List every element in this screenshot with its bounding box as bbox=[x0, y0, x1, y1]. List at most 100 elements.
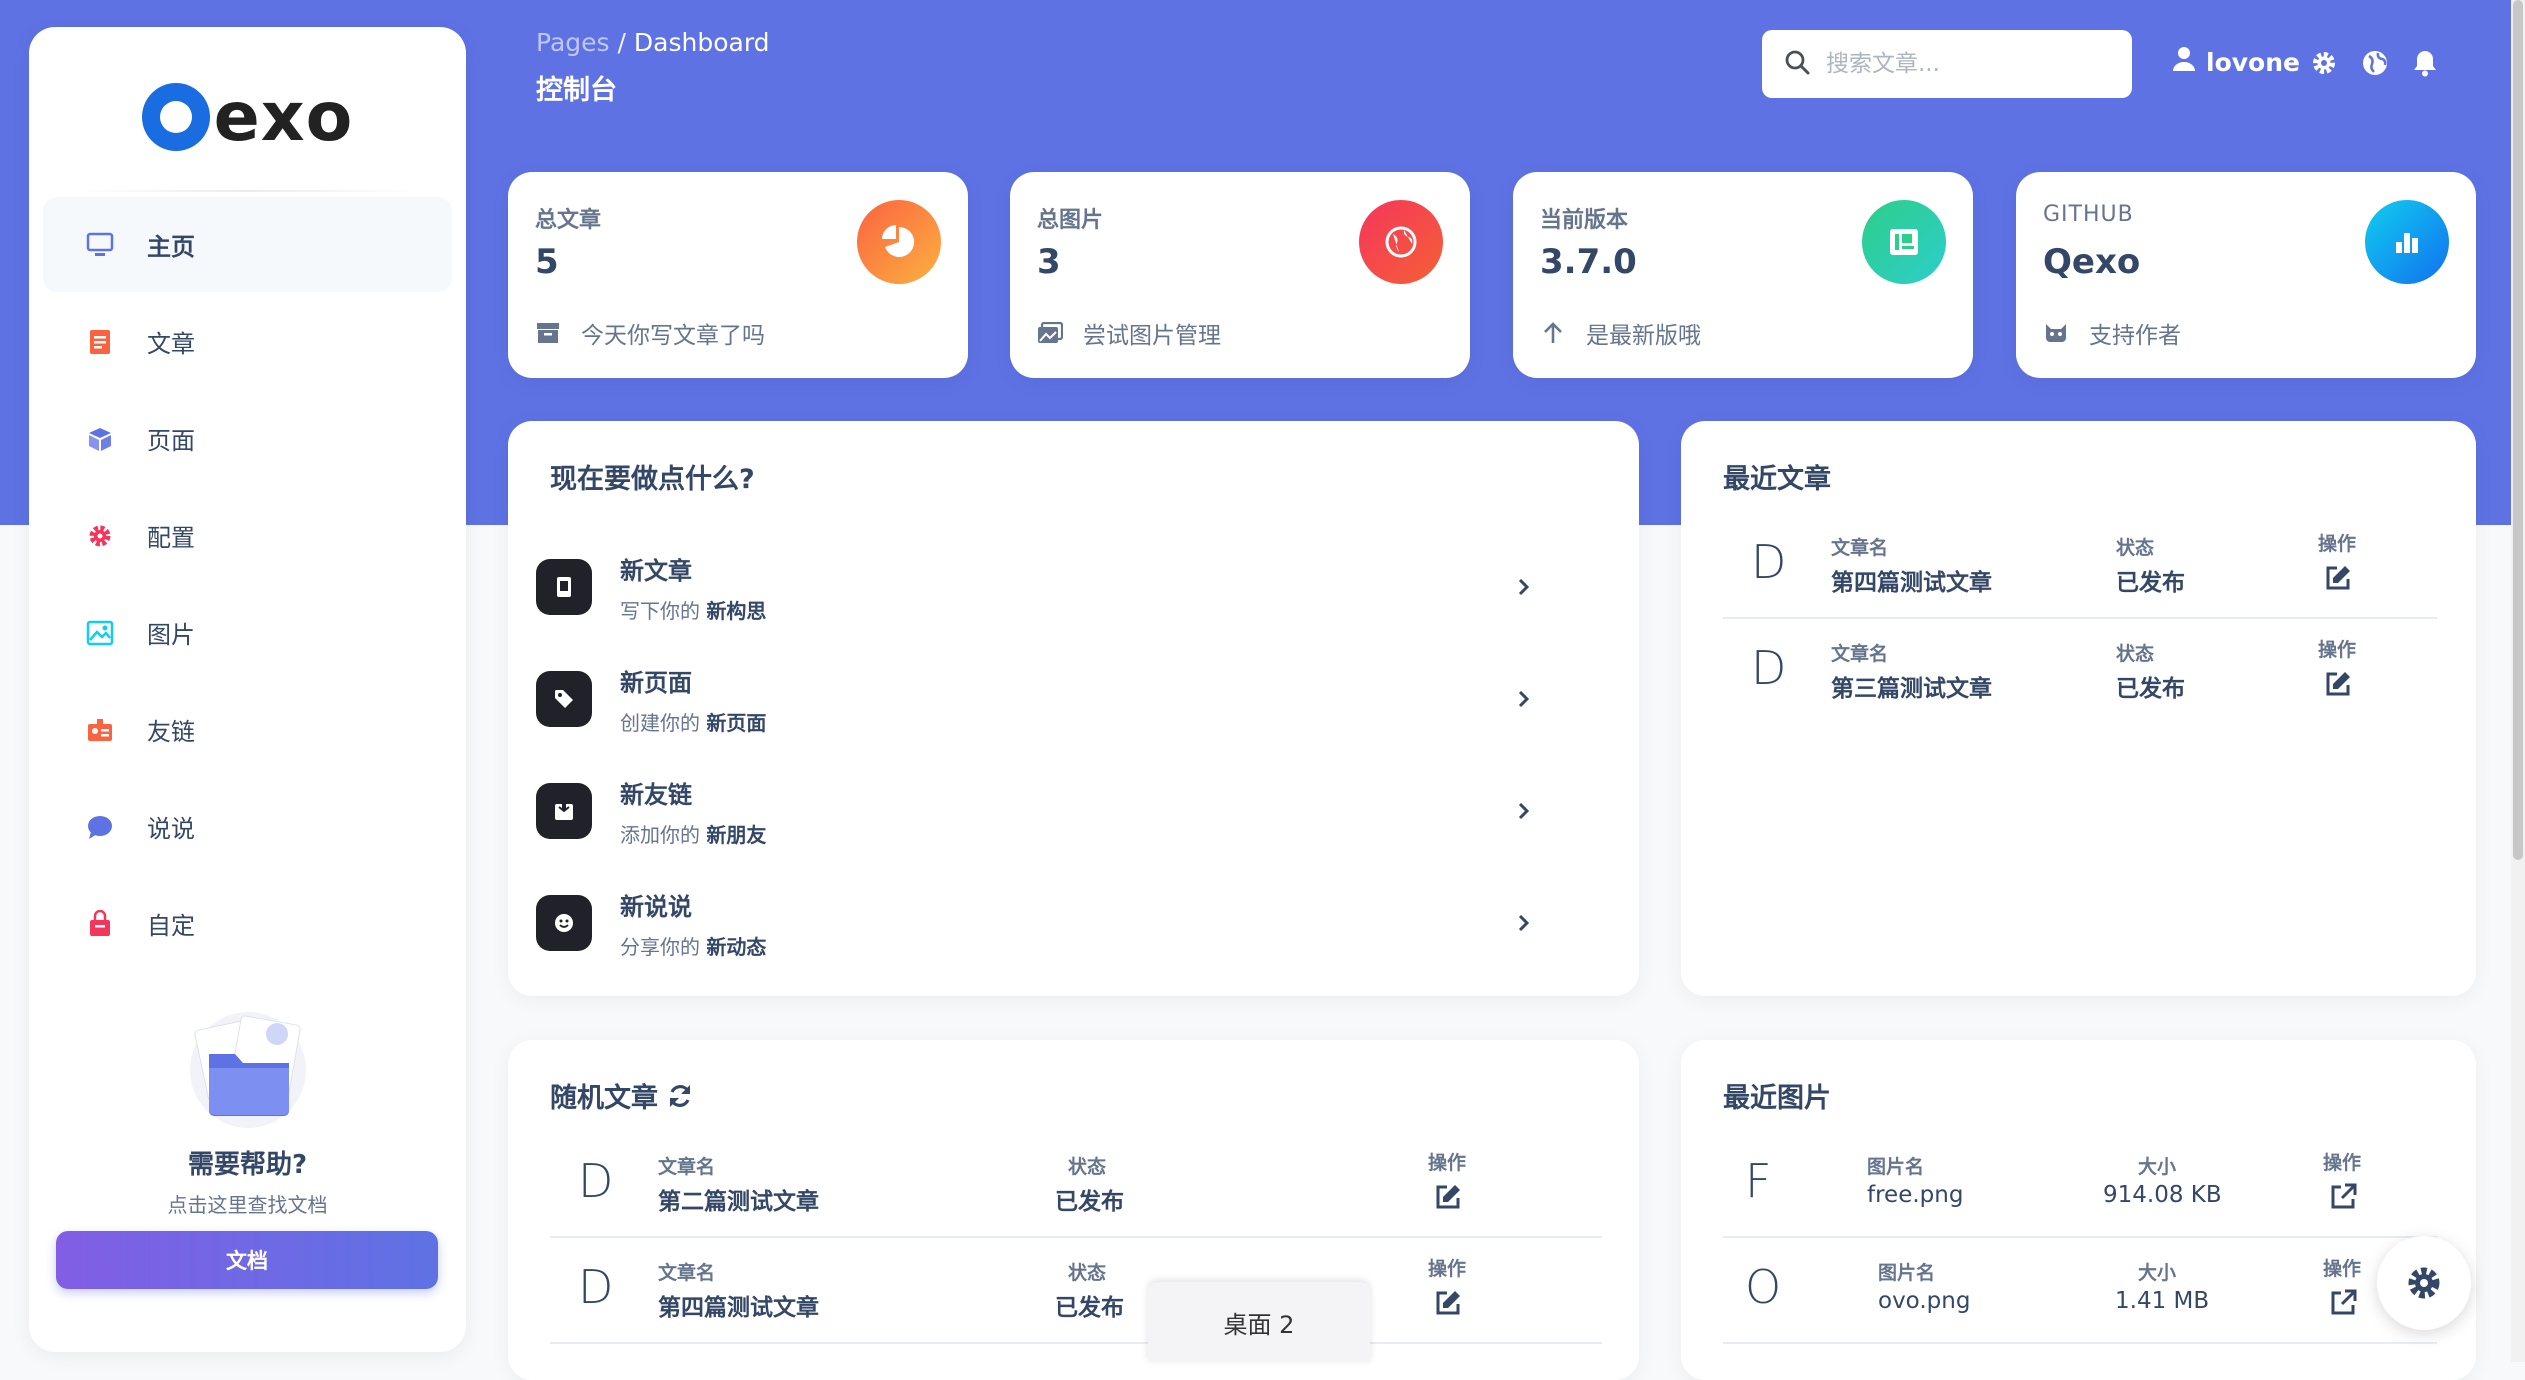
row-initial: D bbox=[1751, 535, 1787, 589]
image-icon bbox=[83, 616, 117, 650]
row-initial: D bbox=[578, 1154, 614, 1208]
todo-item-new-talk[interactable]: 新说说 分享你的 新动态 bbox=[536, 877, 1586, 987]
help-subtitle[interactable]: 点击这里查找文档 bbox=[29, 1189, 466, 1218]
stat-value: 3 bbox=[1037, 242, 1061, 282]
monitor-icon bbox=[83, 228, 117, 262]
post-name: 第三篇测试文章 bbox=[1831, 676, 1992, 702]
pie-chart-icon bbox=[857, 200, 941, 284]
bell-icon[interactable] bbox=[2410, 48, 2440, 78]
table-row: D 文章名 第四篇测试文章 状态 已发布 操作 bbox=[1723, 513, 2437, 619]
stat-card-images[interactable]: 总图片 3 尝试图片管理 bbox=[1010, 172, 1470, 378]
post-status: 已发布 bbox=[1055, 1295, 1124, 1321]
sidebar-item-posts[interactable]: 文章 bbox=[43, 294, 452, 389]
image-name: free.png bbox=[1867, 1182, 1964, 1208]
chevron-right-icon[interactable] bbox=[1512, 575, 1536, 599]
image-size: 1.41 MB bbox=[2115, 1288, 2210, 1314]
chevron-right-icon[interactable] bbox=[1512, 687, 1536, 711]
external-link-icon[interactable] bbox=[2328, 1288, 2358, 1318]
todo-card: 现在要做点什么? 新文章 写下你的 新构思 新页面 创建你的 新页面 新友链 添… bbox=[508, 421, 1639, 996]
smile-icon bbox=[536, 895, 592, 951]
todo-item-subtitle: 创建你的 新页面 bbox=[620, 711, 767, 735]
sidebar-item-pages[interactable]: 页面 bbox=[43, 391, 452, 486]
edit-icon[interactable] bbox=[1433, 1182, 1463, 1212]
logo[interactable]: exo bbox=[29, 67, 466, 167]
tag-icon bbox=[536, 671, 592, 727]
globe-icon[interactable] bbox=[2360, 48, 2390, 78]
settings-fab[interactable] bbox=[2377, 1236, 2471, 1330]
stat-footer-text: 是最新版哦 bbox=[1586, 323, 1701, 349]
page-title: 控制台 bbox=[536, 75, 617, 106]
search-input[interactable] bbox=[1824, 50, 2108, 78]
bar-chart-icon bbox=[2365, 200, 2449, 284]
todo-item-subtitle: 写下你的 新构思 bbox=[620, 599, 767, 623]
chat-bubble-icon bbox=[83, 810, 117, 844]
stat-value: 3.7.0 bbox=[1540, 242, 1637, 282]
chevron-right-icon[interactable] bbox=[1512, 911, 1536, 935]
table-row: D 文章名 第二篇测试文章 状态 已发布 操作 bbox=[550, 1132, 1602, 1238]
sidebar-item-talks[interactable]: 说说 bbox=[43, 779, 452, 874]
scrollbar-thumb[interactable] bbox=[2513, 0, 2523, 860]
edit-icon[interactable] bbox=[1433, 1288, 1463, 1318]
taskbar-desktop-tooltip[interactable]: 桌面 2 bbox=[1148, 1282, 1370, 1362]
search-icon bbox=[1784, 49, 1810, 79]
table-row: F 图片名 free.png 大小 914.08 KB 操作 bbox=[1723, 1132, 2437, 1238]
stat-footer-text: 支持作者 bbox=[2089, 323, 2181, 349]
column-header: 状态 bbox=[2116, 537, 2155, 559]
stat-card-github[interactable]: GITHUB Qexo 支持作者 bbox=[2016, 172, 2476, 378]
todo-item-new-page[interactable]: 新页面 创建你的 新页面 bbox=[536, 653, 1586, 763]
column-header: 操作 bbox=[2323, 1258, 2362, 1280]
sidebar-item-label: 配置 bbox=[147, 524, 195, 552]
stat-card-posts[interactable]: 总文章 5 今天你写文章了吗 bbox=[508, 172, 968, 378]
sidebar-item-links[interactable]: 友链 bbox=[43, 682, 452, 777]
docs-button[interactable]: 文档 bbox=[56, 1231, 438, 1289]
column-header: 操作 bbox=[1428, 1152, 1467, 1174]
post-name: 第四篇测试文章 bbox=[658, 1295, 819, 1321]
chevron-right-icon[interactable] bbox=[1512, 799, 1536, 823]
settings-gear-icon[interactable] bbox=[2309, 48, 2339, 78]
post-status: 已发布 bbox=[2116, 676, 2185, 702]
column-header: 文章名 bbox=[658, 1156, 716, 1178]
archive-icon bbox=[535, 320, 561, 346]
todo-item-new-post[interactable]: 新文章 写下你的 新构思 bbox=[536, 541, 1586, 651]
sidebar: exo 主页 文章 页面 配置 图片 友链 说说 自定 需要帮助? 点击这里查找… bbox=[29, 27, 466, 1352]
sidebar-item-label: 说说 bbox=[147, 815, 195, 843]
todo-item-subtitle: 分享你的 新动态 bbox=[620, 935, 767, 959]
sidebar-item-label: 友链 bbox=[147, 718, 195, 746]
stat-footer: 是最新版哦 bbox=[1540, 316, 1701, 350]
breadcrumb-current: Dashboard bbox=[633, 28, 770, 57]
column-header: 文章名 bbox=[658, 1262, 716, 1284]
todo-item-new-link[interactable]: 新友链 添加你的 新朋友 bbox=[536, 765, 1586, 875]
sidebar-item-home[interactable]: 主页 bbox=[43, 197, 452, 292]
sidebar-item-config[interactable]: 配置 bbox=[43, 488, 452, 583]
table-row: D 文章名 第三篇测试文章 状态 已发布 操作 bbox=[1723, 619, 2437, 723]
image-name: ovo.png bbox=[1878, 1288, 1971, 1314]
post-status: 已发布 bbox=[2116, 570, 2185, 596]
table-row: D 文章名 第四篇测试文章 状态 已发布 操作 bbox=[550, 1238, 1602, 1344]
breadcrumb-root[interactable]: Pages bbox=[536, 28, 610, 57]
edit-icon[interactable] bbox=[2323, 563, 2353, 593]
sidebar-item-custom[interactable]: 自定 bbox=[43, 876, 452, 971]
sidebar-nav: 主页 文章 页面 配置 图片 友链 说说 自定 bbox=[43, 197, 452, 973]
user-menu[interactable]: lovone bbox=[2172, 46, 2300, 78]
row-initial: D bbox=[1751, 641, 1787, 695]
refresh-icon[interactable] bbox=[666, 1082, 694, 1110]
recent-images-title: 最近图片 bbox=[1723, 1083, 1831, 1114]
post-status: 已发布 bbox=[1055, 1189, 1124, 1215]
todo-title: 现在要做点什么? bbox=[550, 464, 755, 495]
stat-card-version[interactable]: 当前版本 3.7.0 是最新版哦 bbox=[1513, 172, 1973, 378]
tablet-icon bbox=[536, 559, 592, 615]
stat-footer[interactable]: 支持作者 bbox=[2043, 316, 2181, 350]
external-link-icon[interactable] bbox=[2328, 1182, 2358, 1212]
stat-label: 当前版本 bbox=[1540, 208, 1629, 233]
logo-mark-icon bbox=[141, 83, 210, 151]
badge-icon bbox=[83, 713, 117, 747]
user-icon bbox=[2172, 46, 2196, 78]
recent-posts-title: 最近文章 bbox=[1723, 464, 1831, 495]
search-box[interactable] bbox=[1762, 30, 2132, 98]
sidebar-item-images[interactable]: 图片 bbox=[43, 585, 452, 680]
column-header: 状态 bbox=[1068, 1156, 1107, 1178]
edit-icon[interactable] bbox=[2323, 669, 2353, 699]
stat-label: 总图片 bbox=[1037, 208, 1104, 233]
page-scrollbar[interactable] bbox=[2511, 0, 2525, 1362]
stat-label: 总文章 bbox=[535, 208, 602, 233]
